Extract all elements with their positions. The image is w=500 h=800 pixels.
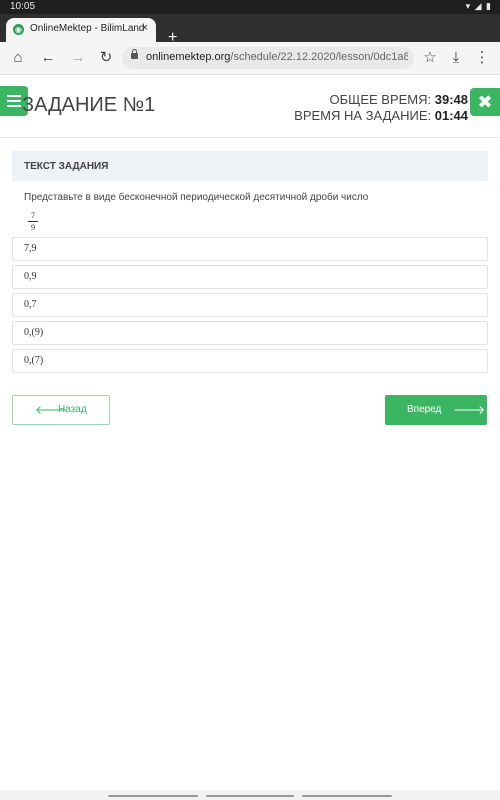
timer-panel: ОБЩЕЕ ВРЕМЯ: 39:48 ВРЕМЯ НА ЗАДАНИЕ: 01:… (294, 92, 468, 124)
answer-option[interactable]: 0,(7) (12, 349, 488, 373)
total-time-label: ОБЩЕЕ ВРЕМЯ: (329, 92, 432, 107)
header-divider (0, 137, 500, 138)
home-icon[interactable]: ⌂ (8, 48, 28, 68)
forward-icon[interactable]: → (68, 48, 88, 68)
answer-option-label: 0,9 (24, 271, 37, 282)
next-button[interactable]: Вперед 🡒 (385, 395, 487, 425)
more-menu-icon[interactable]: ⋮ (472, 48, 492, 68)
tab-title: OnlineMektep - BilimLand (30, 23, 145, 34)
task-time-value: 01:44 (434, 108, 468, 123)
answer-option-label: 0,(7) (24, 355, 44, 366)
fraction-bar (28, 221, 38, 222)
task-section-header: ТЕКСТ ЗАДАНИЯ (12, 151, 488, 181)
answer-option[interactable]: 0,9 (12, 265, 488, 289)
back-button[interactable]: 🡐 Назад (12, 395, 110, 425)
back-button-label: Назад (58, 404, 87, 415)
system-icons: ▾ ◢ ▮ (465, 1, 492, 11)
lock-icon (131, 49, 138, 59)
fraction-numerator: 7 (31, 211, 35, 220)
browser-tab-strip: ◉ OnlineMektep - BilimLand × + (0, 14, 500, 46)
task-section-title: ТЕКСТ ЗАДАНИЯ (24, 161, 109, 172)
back-icon[interactable]: ← (38, 48, 58, 68)
fraction: 7 9 (28, 211, 38, 232)
address-bar[interactable]: onlinemektep.org/schedule/22.12.2020/les… (122, 47, 414, 69)
answer-option[interactable]: 7,9 (12, 237, 488, 261)
system-navigation-bar (0, 790, 500, 800)
bookmark-star-icon[interactable]: ☆ (420, 48, 440, 68)
close-icon[interactable]: ✖ (470, 88, 500, 116)
site-favicon-icon: ◉ (13, 24, 24, 35)
next-button-label: Вперед (407, 404, 442, 415)
browser-toolbar: ⌂ ← → ↻ onlinemektep.org/schedule/22.12.… (0, 42, 500, 75)
reload-icon[interactable]: ↻ (96, 48, 116, 68)
browser-tab[interactable]: ◉ OnlineMektep - BilimLand × (6, 18, 156, 42)
answer-option[interactable]: 0,7 (12, 293, 488, 317)
url-text: onlinemektep.org/schedule/22.12.2020/les… (146, 51, 408, 63)
arrow-right-icon: 🡒 (453, 403, 486, 417)
task-time-label: ВРЕМЯ НА ЗАДАНИЕ: (294, 108, 432, 123)
answer-option-label: 0,7 (24, 299, 37, 310)
answer-option[interactable]: 0,(9) (12, 321, 488, 345)
question-text: Представьте в виде бесконечной периодиче… (24, 192, 369, 203)
fraction-denominator: 9 (31, 223, 35, 232)
hamburger-icon (7, 95, 21, 97)
system-status-bar: 10:05 ▾ ◢ ▮ (0, 0, 500, 14)
clock: 10:05 (10, 1, 36, 12)
download-icon[interactable]: ⤓ (446, 48, 466, 68)
tab-close-icon[interactable]: × (142, 22, 148, 34)
answer-option-label: 7,9 (24, 243, 37, 254)
page-title: ЗАДАНИЕ №1 (22, 94, 156, 116)
total-time-value: 39:48 (434, 92, 468, 107)
answer-option-label: 0,(9) (24, 327, 44, 338)
